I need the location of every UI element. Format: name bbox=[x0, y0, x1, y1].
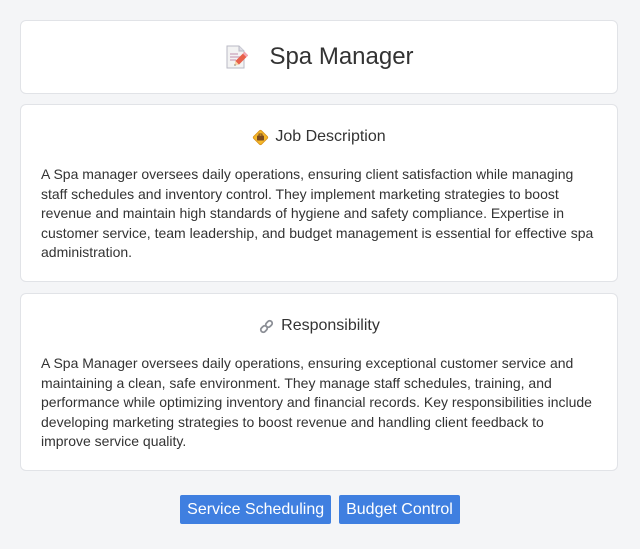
job-description-text: A Spa manager oversees daily operations,… bbox=[41, 166, 594, 261]
job-description-header: Job Description bbox=[41, 126, 597, 148]
responsibility-title: Responsibility bbox=[281, 317, 380, 334]
tag-service-scheduling[interactable]: Service Scheduling bbox=[180, 495, 332, 524]
responsibility-text: A Spa Manager oversees daily operations,… bbox=[41, 355, 592, 450]
responsibility-card: Responsibility A Spa Manager oversees da… bbox=[20, 293, 618, 471]
page: Spa Manager Job Description A Spa manage… bbox=[0, 0, 640, 549]
tag-budget-control[interactable]: Budget Control bbox=[339, 495, 460, 524]
job-description-card: Job Description A Spa manager oversees d… bbox=[20, 104, 618, 282]
tag-list: Service Scheduling Budget Control bbox=[0, 495, 640, 524]
job-description-title: Job Description bbox=[275, 128, 386, 145]
job-badge-icon bbox=[252, 129, 269, 146]
title-row: Spa Manager bbox=[224, 43, 414, 71]
page-title: Spa Manager bbox=[269, 43, 414, 70]
responsibility-header: Responsibility bbox=[41, 315, 597, 337]
title-card: Spa Manager bbox=[20, 20, 618, 94]
memo-pencil-icon bbox=[224, 44, 249, 70]
link-icon bbox=[258, 318, 275, 335]
